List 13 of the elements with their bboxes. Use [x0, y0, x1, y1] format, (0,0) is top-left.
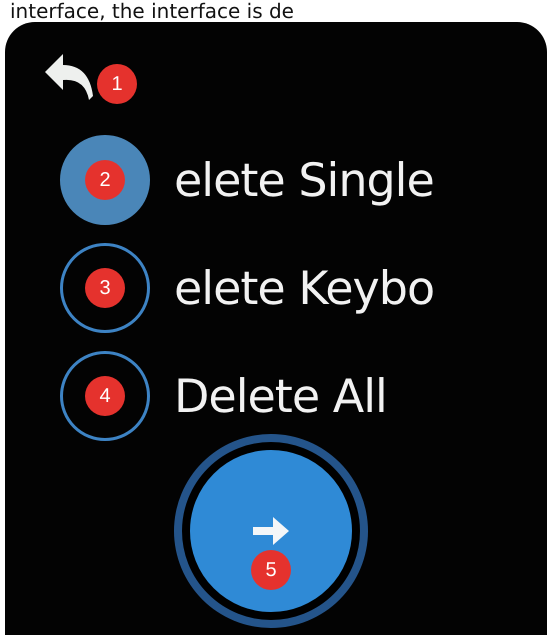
right-arrow-icon — [251, 514, 291, 548]
option-label[interactable]: elete Single — [174, 153, 434, 207]
number-badge: 3 — [85, 268, 125, 308]
option-label[interactable]: elete Keybo — [174, 261, 434, 315]
caption-text: interface, the interface is de — [9, 0, 295, 22]
option-label[interactable]: Delete All — [174, 369, 387, 423]
number-badge: 1 — [97, 64, 137, 104]
number-badge: 2 — [85, 160, 125, 200]
number-badge: 4 — [85, 376, 125, 416]
radio-button[interactable]: 3 — [60, 243, 150, 333]
radio-button[interactable]: 2 — [60, 135, 150, 225]
number-badge: 5 — [251, 550, 291, 590]
radio-button[interactable]: 4 — [60, 351, 150, 441]
